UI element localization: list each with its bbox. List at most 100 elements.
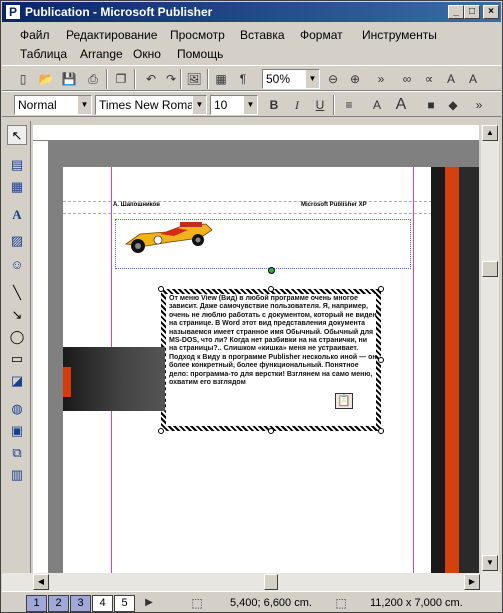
more-buttons-icon[interactable]: » (372, 70, 390, 88)
menu-format[interactable]: Формат (300, 28, 343, 42)
page-tab-4[interactable]: 4 (92, 595, 113, 612)
scroll-left-icon[interactable]: ◀ (33, 574, 49, 590)
unlink-icon[interactable]: ∝ (420, 70, 438, 88)
vertical-scrollbar[interactable]: ▲ ▼ (481, 125, 499, 573)
scroll-right-icon[interactable]: ▶ (464, 574, 480, 590)
rotate-handle[interactable] (268, 267, 275, 274)
zoom-in-icon[interactable]: ⊕ (346, 70, 364, 88)
formatting-toolbar: Normal ▼ Times New Roman ▼ 10 ▼ B I U ≡ … (2, 91, 501, 117)
horizontal-scrollbar[interactable]: ◀ ▶ (2, 573, 501, 591)
document-page[interactable]: А. Шапошников Microsoft Publisher XP От … (63, 167, 447, 573)
zoom-select[interactable]: 50% ▼ (262, 69, 320, 89)
redo-icon[interactable]: ↷ (162, 70, 180, 88)
document-workspace[interactable]: А. Шапошников Microsoft Publisher XP От … (49, 141, 479, 573)
maximize-button[interactable]: □ (464, 5, 480, 19)
page-tab-2[interactable]: 2 (48, 595, 69, 612)
vertical-ruler[interactable] (33, 141, 49, 573)
page-tab-1[interactable]: 1 (26, 595, 47, 612)
align-icon[interactable]: ≡ (340, 96, 358, 114)
menu-table[interactable]: Таблица (20, 47, 67, 61)
horizontal-ruler[interactable] (33, 125, 479, 141)
design-gallery-tool-icon[interactable]: ▥ (7, 465, 27, 485)
page-tab-5[interactable]: 5 (114, 595, 135, 612)
scroll-down-icon[interactable]: ▼ (482, 555, 498, 571)
rectangle-tool-icon[interactable]: ▭ (7, 349, 27, 369)
menu-file[interactable]: Файл (20, 28, 50, 42)
open-icon[interactable]: 📂 (37, 70, 55, 88)
chevron-down-icon[interactable]: ▼ (305, 70, 319, 88)
line-tool-icon[interactable]: ╲ (7, 283, 27, 303)
pilcrow-icon[interactable]: ¶ (234, 70, 252, 88)
font-select[interactable]: Times New Roman ▼ (95, 95, 207, 115)
new-icon[interactable]: ▯ (14, 70, 32, 88)
close-button[interactable]: × (483, 5, 499, 19)
bold-icon[interactable]: B (265, 96, 283, 114)
font-size-select[interactable]: 10 ▼ (210, 95, 258, 115)
status-bar: 1 2 3 4 5 ▶ ⬚ 5,400; 6,600 cm. ⬚ 11,200 … (2, 591, 501, 613)
menu-edit[interactable]: Редактирование (66, 28, 157, 42)
zoom-out-icon[interactable]: ⊖ (324, 70, 342, 88)
text-effect-icon[interactable]: A (442, 70, 460, 88)
print-icon[interactable]: ⎙ (84, 70, 102, 88)
scroll-thumb[interactable] (482, 261, 498, 277)
menu-insert[interactable]: Вставка (240, 28, 285, 42)
picture-tool-icon[interactable]: ▨ (7, 231, 27, 251)
frame-text-content[interactable]: От меню View (Вид) в любой программе оче… (169, 295, 377, 387)
scroll-thumb[interactable] (264, 574, 278, 590)
page-tab-3[interactable]: 3 (70, 595, 91, 612)
resize-handle[interactable] (158, 286, 164, 292)
resize-handle[interactable] (268, 428, 274, 434)
picture-frame[interactable] (115, 219, 411, 269)
autoshapes-tool-icon[interactable]: ◪ (7, 371, 27, 391)
copy-icon[interactable]: ❐ (112, 70, 130, 88)
chevron-down-icon[interactable]: ▼ (192, 96, 206, 114)
menu-arrange[interactable]: Arrange (80, 47, 123, 61)
selected-text-frame[interactable]: От меню View (Вид) в любой программе оче… (158, 267, 384, 434)
position-icon: ⬚ (191, 596, 203, 610)
text-box-tool-icon[interactable]: ▤ (7, 155, 27, 175)
resize-handle[interactable] (378, 286, 384, 292)
minimize-button[interactable]: _ (448, 5, 464, 19)
next-page-icon[interactable]: ▶ (140, 594, 158, 612)
publisher-app-icon[interactable] (5, 4, 21, 20)
paste-options-icon[interactable]: 📋 (335, 393, 353, 409)
fill-color-icon[interactable]: ■ (422, 96, 440, 114)
oval-tool-icon[interactable]: ◯ (7, 327, 27, 347)
menu-tools[interactable]: Инструменты (362, 28, 437, 42)
italic-icon[interactable]: I (288, 96, 306, 114)
more-buttons-icon[interactable]: » (470, 96, 488, 114)
hot-spot-tool-icon[interactable]: ◍ (7, 399, 27, 419)
resize-handle[interactable] (158, 428, 164, 434)
chevron-down-icon[interactable]: ▼ (243, 96, 257, 114)
link-icon[interactable]: ∞ (398, 70, 416, 88)
resize-handle[interactable] (268, 286, 274, 292)
margin-guide (413, 167, 414, 573)
columns-icon[interactable]: ▦ (212, 70, 230, 88)
arrow-tool-icon[interactable]: ↘ (7, 305, 27, 325)
pointer-tool-icon[interactable]: ↖ (7, 125, 27, 145)
resize-handle[interactable] (378, 428, 384, 434)
table-tool-icon[interactable]: ▦ (7, 177, 27, 197)
menu-window[interactable]: Окно (133, 47, 161, 61)
menu-view[interactable]: Просмотр (170, 28, 225, 42)
font-size-value: 10 (214, 98, 228, 112)
underline-icon[interactable]: U (311, 96, 329, 114)
insert-picture-icon[interactable]: 🖼 (185, 70, 203, 88)
3d-icon[interactable]: ◆ (444, 96, 462, 114)
menu-help[interactable]: Помощь (177, 47, 223, 61)
style-select[interactable]: Normal ▼ (14, 95, 92, 115)
wordart-tool-icon[interactable]: A (7, 205, 27, 225)
shrink-font-icon[interactable]: A (368, 96, 386, 114)
style-value: Normal (18, 98, 57, 112)
resize-handle[interactable] (378, 357, 384, 363)
form-control-tool-icon[interactable]: ▣ (7, 421, 27, 441)
grow-font-icon[interactable]: A (392, 96, 410, 114)
save-icon[interactable]: 💾 (60, 70, 78, 88)
clipart-tool-icon[interactable]: ☺ (7, 255, 27, 275)
dark-graphic-band[interactable] (63, 347, 165, 411)
text-effect2-icon[interactable]: A (464, 70, 482, 88)
undo-icon[interactable]: ↶ (142, 70, 160, 88)
html-fragment-tool-icon[interactable]: ⧉ (7, 443, 27, 463)
scroll-up-icon[interactable]: ▲ (482, 125, 498, 141)
chevron-down-icon[interactable]: ▼ (77, 96, 91, 114)
